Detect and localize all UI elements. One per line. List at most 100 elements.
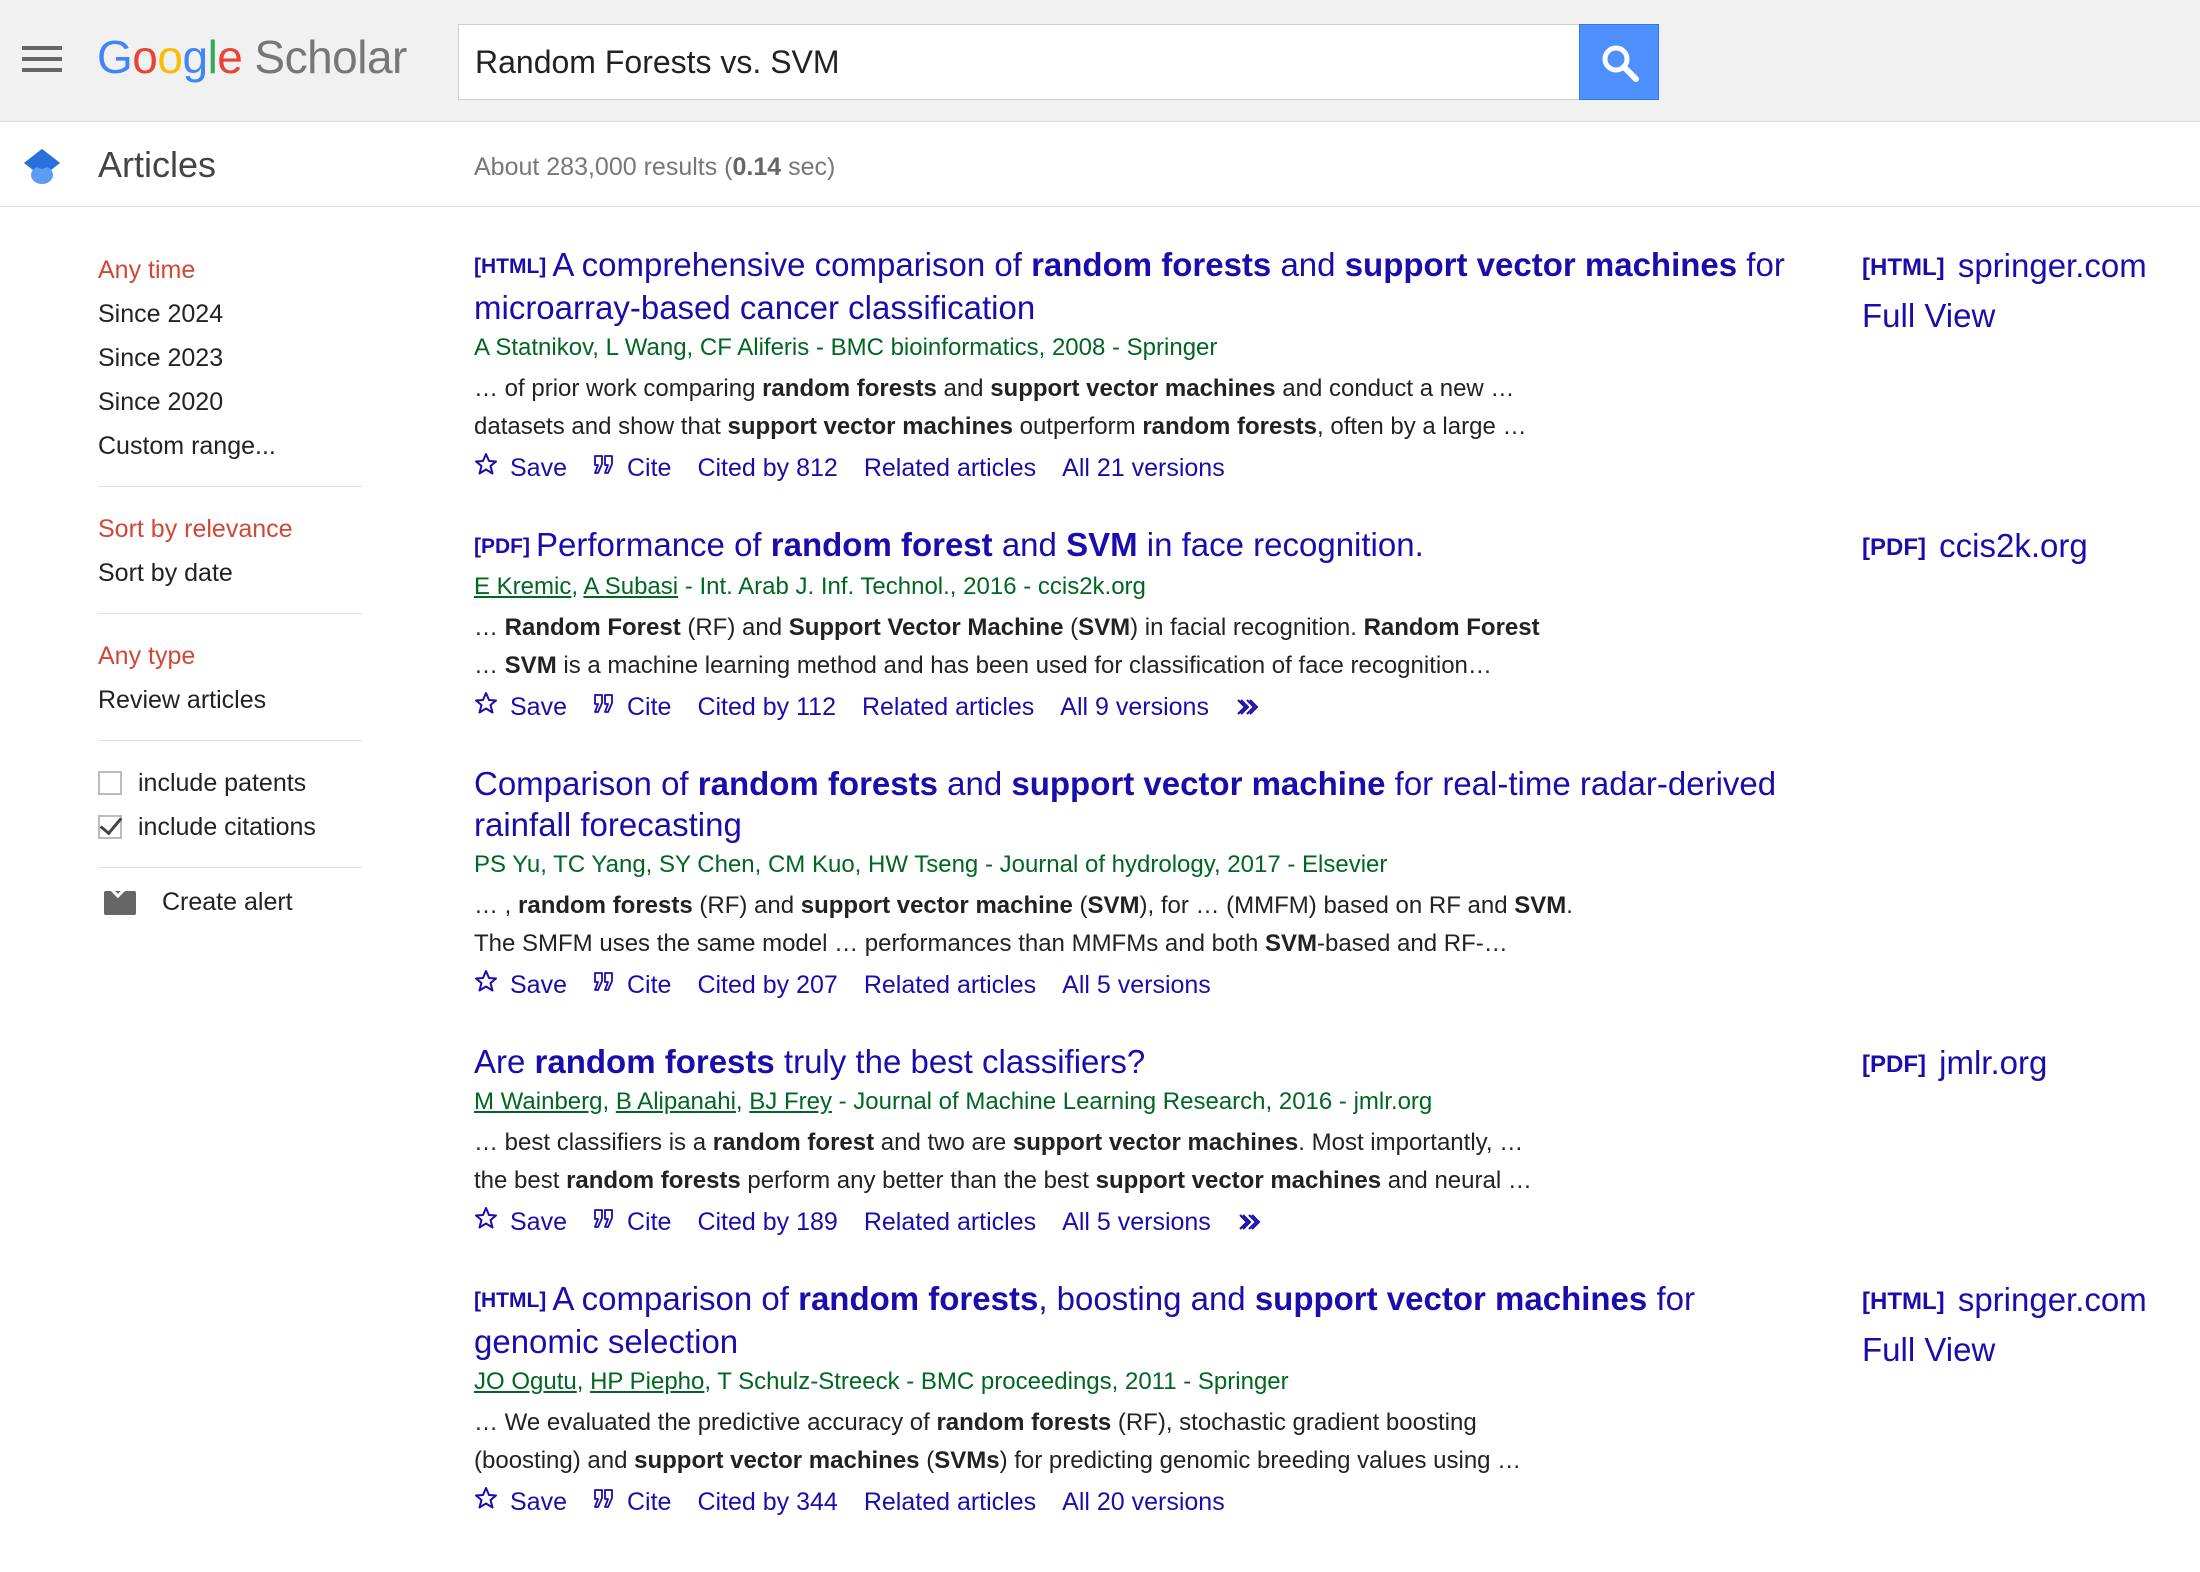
format-tag: [PDF] (1862, 1051, 1926, 1078)
cited-by-link[interactable]: Cited by 812 (697, 448, 837, 488)
cited-by-link[interactable]: Cited by 207 (697, 965, 837, 1005)
author-link[interactable]: BJ Frey (749, 1088, 832, 1115)
author-venue-text: PS Yu, TC Yang, SY Chen, CM Kuo, HW Tsen… (474, 851, 1388, 878)
author-link[interactable]: HP Piepho (590, 1368, 704, 1395)
full-view-link[interactable]: Full View (1862, 1326, 2147, 1374)
search-input[interactable] (458, 24, 1580, 100)
full-text-source[interactable]: [PDF] ccis2k.org (1862, 522, 2088, 572)
search-button[interactable] (1579, 24, 1659, 100)
title-segment: and (937, 765, 1012, 802)
full-text-link[interactable]: [PDF] ccis2k.org (1862, 522, 2088, 572)
snippet-segment: SVMs (934, 1447, 1000, 1474)
related-articles-link[interactable]: Related articles (864, 965, 1036, 1005)
divider (98, 486, 362, 487)
related-articles-link[interactable]: Related articles (862, 687, 1034, 727)
save-button[interactable]: Save (474, 965, 567, 1005)
result-actions: Save Cite Cited by 189 Related articles All … (474, 1202, 1814, 1242)
author-link[interactable]: A Subasi (583, 573, 678, 600)
snippet-segment: SVM (1078, 614, 1131, 641)
create-alert-button[interactable]: Create alert (98, 888, 362, 917)
divider (98, 613, 362, 614)
search-result: [HTML] A comparison of random forests, bo… (474, 1278, 1814, 1522)
author-link[interactable]: B Alipanahi (616, 1088, 736, 1115)
snippet-segment: . Most importantly, … (1298, 1129, 1524, 1156)
include-citations-toggle[interactable]: include citations (98, 805, 362, 849)
logo-letter: l (207, 31, 218, 83)
cite-button[interactable]: Cite (593, 965, 671, 1005)
sub-header: Articles About 283,000 results (0.14 sec… (0, 123, 2200, 207)
cited-by-link[interactable]: Cited by 112 (697, 687, 836, 727)
full-text-link[interactable]: [PDF] jmlr.org (1862, 1039, 2047, 1089)
result-snippet: … We evaluated the predictive accuracy o… (474, 1404, 1814, 1480)
result-title-link[interactable]: [HTML] A comparison of random forests, bo… (474, 1278, 1814, 1362)
result-title-link[interactable]: [HTML] A comprehensive comparison of rand… (474, 244, 1814, 328)
more-options-icon[interactable] (1235, 697, 1263, 717)
sort-by-date[interactable]: Sort by date (98, 551, 362, 595)
cite-button[interactable]: Cite (593, 1202, 671, 1242)
snippet-segment: random forests (762, 375, 937, 402)
all-versions-link[interactable]: All 9 versions (1060, 687, 1209, 727)
cite-button[interactable]: Cite (593, 687, 671, 727)
related-articles-link[interactable]: Related articles (864, 1482, 1036, 1522)
results-count-suffix: sec) (781, 153, 836, 181)
cite-label: Cite (626, 693, 672, 721)
filter-since-2024[interactable]: Since 2024 (98, 292, 362, 336)
full-text-link[interactable]: [HTML] springer.com Full View (1862, 1276, 2147, 1374)
sort-by-relevance[interactable]: Sort by relevance (98, 507, 362, 551)
scholar-cap-icon[interactable] (22, 147, 62, 185)
all-versions-link[interactable]: All 5 versions (1062, 1202, 1211, 1242)
all-versions-link[interactable]: All 20 versions (1062, 1482, 1225, 1522)
all-versions-link[interactable]: All 21 versions (1062, 448, 1225, 488)
result-title-link[interactable]: [PDF] Performance of random forest and SV… (474, 524, 1814, 567)
results-count: About 283,000 results (0.14 sec) (474, 151, 835, 183)
include-patents-toggle[interactable]: include patents (98, 761, 362, 805)
save-button[interactable]: Save (474, 1202, 567, 1242)
all-versions-link[interactable]: All 5 versions (1062, 965, 1211, 1005)
result-actions: Save Cite Cited by 207 Related articles All … (474, 965, 1814, 1005)
title-segment: support vector machine (1011, 765, 1386, 802)
save-button[interactable]: Save (474, 448, 567, 488)
google-scholar-logo[interactable]: Google Scholar (97, 28, 407, 86)
snippet-segment: random forests (518, 892, 693, 919)
cited-by-link[interactable]: Cited by 344 (697, 1482, 837, 1522)
include-patents-checkbox[interactable] (98, 771, 122, 795)
snippet-segment: SVM (504, 652, 557, 679)
logo-letter: G (97, 31, 133, 83)
filter-custom-range[interactable]: Custom range... (98, 424, 362, 468)
related-articles-link[interactable]: Related articles (864, 448, 1036, 488)
author-venue-text: , (602, 1088, 616, 1115)
full-text-source[interactable]: [PDF] jmlr.org (1862, 1039, 2047, 1089)
filter-since-2020[interactable]: Since 2020 (98, 380, 362, 424)
include-citations-checkbox[interactable] (98, 815, 122, 839)
result-snippet: … of prior work comparing random forests… (474, 370, 1814, 446)
cite-button[interactable]: Cite (593, 1482, 671, 1522)
author-link[interactable]: M Wainberg (474, 1088, 602, 1115)
snippet-segment: and two are (874, 1129, 1013, 1156)
full-view-link[interactable]: Full View (1862, 292, 2147, 340)
filter-any-time[interactable]: Any time (98, 248, 362, 292)
cited-by-link[interactable]: Cited by 189 (697, 1202, 837, 1242)
related-articles-link[interactable]: Related articles (864, 1202, 1036, 1242)
divider (98, 740, 362, 741)
cite-button[interactable]: Cite (593, 448, 671, 488)
more-options-icon[interactable] (1237, 1212, 1265, 1232)
author-link[interactable]: E Kremic (474, 573, 571, 600)
save-label: Save (510, 1208, 567, 1236)
results-time: 0.14 (732, 153, 782, 181)
full-text-source[interactable]: [HTML] springer.com (1862, 242, 2147, 292)
full-text-link[interactable]: [HTML] springer.com Full View (1862, 242, 2147, 340)
cite-label: Cite (626, 454, 672, 482)
search-result: [PDF] Performance of random forest and SV… (474, 524, 1814, 727)
save-button[interactable]: Save (474, 1482, 567, 1522)
full-text-source[interactable]: [HTML] springer.com (1862, 1276, 2147, 1326)
hamburger-menu-icon[interactable] (22, 46, 62, 72)
filter-any-type[interactable]: Any type (98, 634, 362, 678)
result-title-link[interactable]: Are random forests truly the best classi… (474, 1041, 1814, 1082)
filter-since-2023[interactable]: Since 2023 (98, 336, 362, 380)
title-segment: random forests (697, 765, 938, 802)
author-link[interactable]: JO Ogutu (474, 1368, 577, 1395)
result-title-link[interactable]: Comparison of random forests and support… (474, 763, 1814, 845)
save-label: Save (510, 693, 567, 721)
filter-review-articles[interactable]: Review articles (98, 678, 362, 722)
save-button[interactable]: Save (474, 687, 567, 727)
